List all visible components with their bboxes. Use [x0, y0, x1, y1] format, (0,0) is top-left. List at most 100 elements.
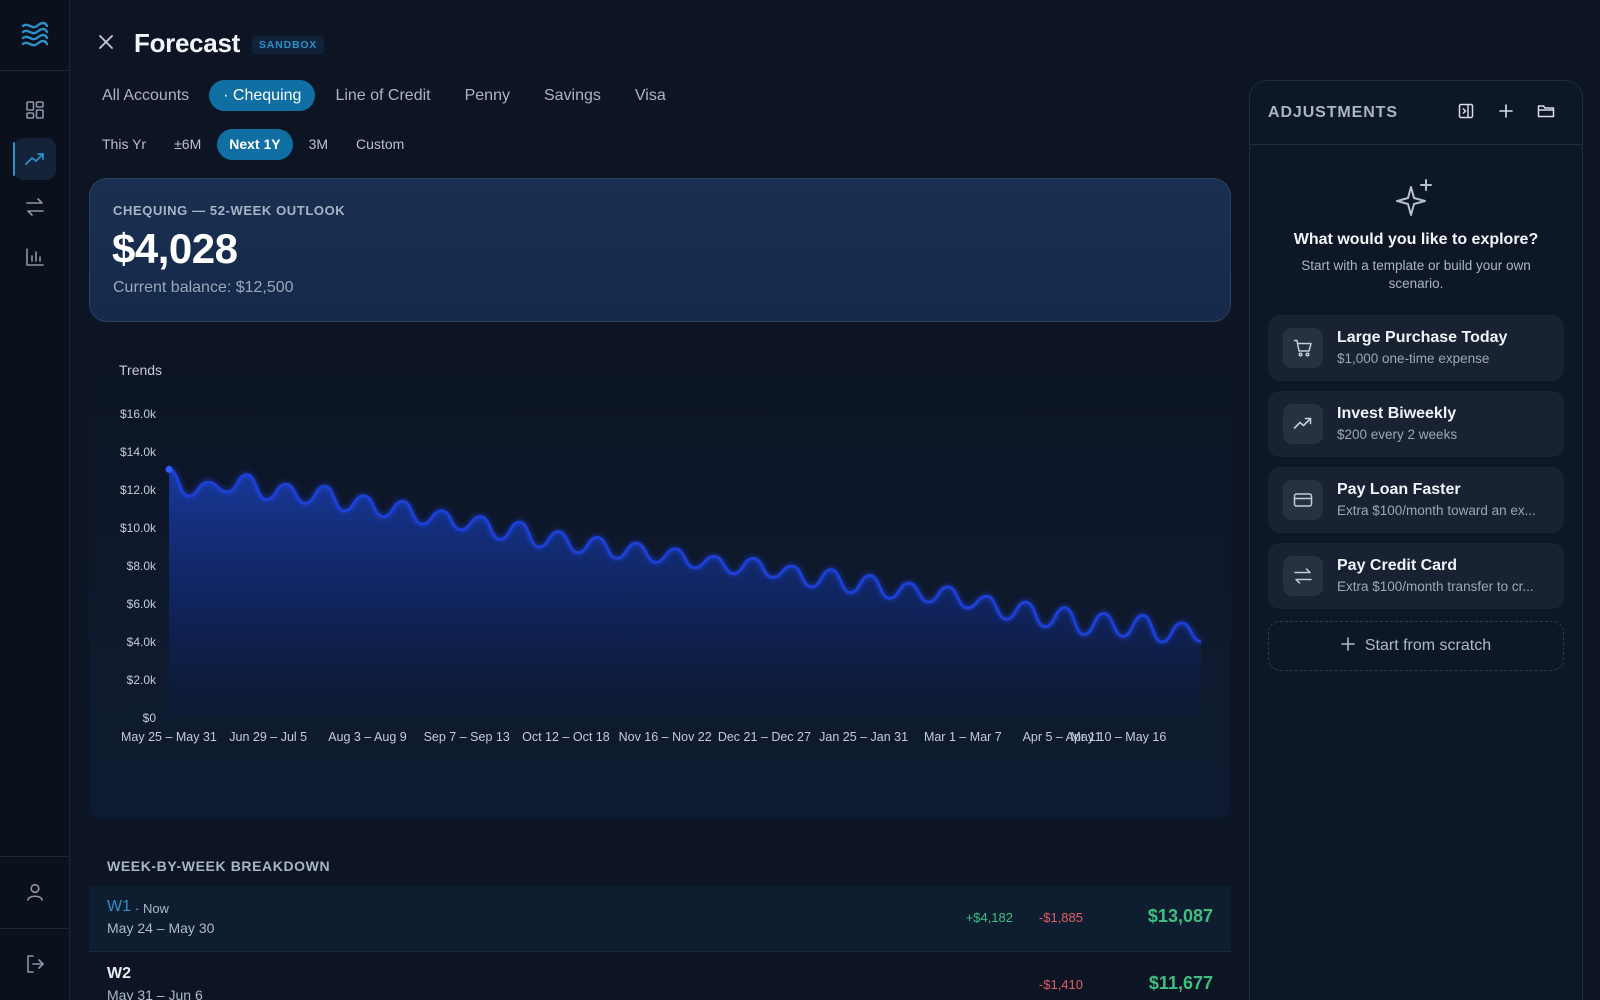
tab-chequing[interactable]: · Chequing — [209, 80, 316, 111]
x-tick-label: Nov 16 – Nov 22 — [619, 730, 712, 744]
table-row[interactable]: W1 · Now May 24 – May 30 +$4,182 -$1,885… — [89, 886, 1231, 952]
range-tabs: This Yr ±6M Next 1Y 3M Custom — [90, 129, 416, 160]
outlook-value: $4,028 — [112, 225, 238, 272]
adjustments-header: ADJUSTMENTS — [1250, 81, 1582, 145]
nav-reports[interactable] — [14, 236, 56, 278]
divider — [0, 928, 70, 929]
week-outflow: -$1,410 — [1038, 977, 1083, 992]
range-next-1y[interactable]: Next 1Y — [217, 129, 293, 160]
open-scenario-button[interactable] — [1534, 101, 1558, 125]
sidebar — [0, 0, 70, 1000]
cart-icon — [1283, 328, 1323, 368]
tab-visa[interactable]: Visa — [621, 80, 680, 111]
range-custom[interactable]: Custom — [344, 129, 416, 160]
template-title: Large Purchase Today — [1337, 329, 1508, 346]
close-button[interactable] — [96, 34, 116, 54]
plus-icon — [1498, 103, 1514, 124]
range-6m[interactable]: ±6M — [162, 129, 213, 160]
tab-line-of-credit[interactable]: Line of Credit — [321, 80, 444, 111]
template-pay-loan-faster[interactable]: Pay Loan Faster Extra $100/month toward … — [1268, 467, 1564, 533]
x-tick-label: Mar 1 – Mar 7 — [924, 730, 1002, 744]
logout-icon — [25, 954, 45, 974]
transfer-icon — [24, 197, 46, 217]
adjustments-panel: ADJUSTMENTS What would you like to explo… — [1249, 80, 1583, 1000]
adjustments-title: ADJUSTMENTS — [1268, 104, 1398, 121]
template-subtitle: $1,000 one-time expense — [1337, 351, 1490, 366]
add-adjustment-button[interactable] — [1494, 101, 1518, 125]
current-balance: Current balance: $12,500 — [113, 279, 294, 296]
week-dates: May 24 – May 30 — [107, 920, 215, 936]
start-from-scratch-button[interactable]: Start from scratch — [1268, 621, 1564, 671]
week-inflow: +$4,182 — [965, 910, 1013, 925]
week-dates: May 31 – Jun 6 — [107, 987, 203, 1000]
week-id: W1 — [107, 898, 131, 915]
x-tick-label: May 10 – May 16 — [1070, 730, 1166, 744]
week-balance: $11,677 — [1148, 973, 1213, 993]
outlook-label: CHEQUING — 52-WEEK OUTLOOK — [113, 203, 346, 218]
waves-logo-icon[interactable] — [20, 20, 50, 50]
y-tick-label: $10.0k — [120, 521, 157, 535]
user-icon — [25, 882, 45, 902]
tab-savings[interactable]: Savings — [530, 80, 615, 111]
nav-forecast[interactable] — [13, 138, 56, 180]
x-tick-label: Oct 12 – Oct 18 — [522, 730, 610, 744]
trends-chart-panel: $0 $2.0k $4.0k $6.0k $8.0k $10.0k $12.0k $14.0k… — [89, 340, 1231, 820]
y-tick-label: $0 — [143, 711, 157, 725]
divider — [0, 856, 70, 857]
x-tick-label: May 25 – May 31 — [121, 730, 217, 744]
plus-icon — [1341, 636, 1355, 656]
template-invest-biweekly[interactable]: Invest Biweekly $200 every 2 weeks — [1268, 391, 1564, 457]
breakdown-heading: WEEK-BY-WEEK BREAKDOWN — [107, 858, 331, 874]
y-tick-label: $2.0k — [127, 673, 157, 687]
nav-logout[interactable] — [14, 943, 56, 985]
nav-transfers[interactable] — [14, 186, 56, 228]
x-tick-label: Aug 3 – Aug 9 — [328, 730, 407, 744]
series-area — [169, 469, 1201, 718]
y-tick-label: $14.0k — [120, 445, 157, 459]
trend-up-icon — [1283, 404, 1323, 444]
week-tag: · Now — [135, 901, 169, 916]
trends-chart[interactable]: $0 $2.0k $4.0k $6.0k $8.0k $10.0k $12.0k $14.0k… — [89, 340, 1231, 820]
y-tick-label: $8.0k — [127, 559, 157, 573]
table-row[interactable]: W2 May 31 – Jun 6 -$1,410 $11,677 — [89, 953, 1231, 1000]
dashboard-icon — [25, 100, 45, 120]
template-subtitle: Extra $100/month transfer to cr... — [1337, 579, 1534, 594]
template-title: Invest Biweekly — [1337, 405, 1457, 422]
nav-dashboard[interactable] — [14, 89, 56, 131]
scratch-label: Start from scratch — [1364, 637, 1492, 654]
template-pay-credit-card[interactable]: Pay Credit Card Extra $100/month transfe… — [1268, 543, 1564, 609]
chart-title: Trends — [119, 362, 163, 378]
sandbox-badge: SANDBOX — [252, 36, 325, 54]
template-title: Pay Credit Card — [1337, 557, 1458, 574]
x-tick-label: Jan 25 – Jan 31 — [819, 730, 908, 744]
x-tick-label: Dec 21 – Dec 27 — [718, 730, 811, 744]
range-3m[interactable]: 3M — [297, 129, 340, 160]
folder-icon — [1537, 103, 1555, 124]
page-title: Forecast — [134, 28, 240, 58]
explore-subtitle: Start with a template or build your own … — [1301, 258, 1531, 291]
week-id: W2 — [107, 965, 131, 982]
template-title: Pay Loan Faster — [1337, 481, 1461, 498]
panel-collapse-icon — [1458, 103, 1474, 124]
collapse-panel-button[interactable] — [1454, 101, 1478, 125]
template-subtitle: $200 every 2 weeks — [1337, 427, 1458, 442]
nav-profile[interactable] — [14, 871, 56, 913]
template-large-purchase[interactable]: Large Purchase Today $1,000 one-time exp… — [1268, 315, 1564, 381]
trend-up-icon — [24, 149, 46, 169]
template-subtitle: Extra $100/month toward an ex... — [1337, 503, 1536, 518]
tab-all-accounts[interactable]: All Accounts — [88, 80, 203, 111]
y-tick-label: $6.0k — [127, 597, 157, 611]
x-tick-label: Sep 7 – Sep 13 — [424, 730, 510, 744]
week-balance: $13,087 — [1147, 906, 1213, 926]
tab-penny[interactable]: Penny — [451, 80, 524, 111]
y-tick-label: $16.0k — [120, 407, 157, 421]
start-point[interactable] — [165, 465, 173, 473]
sparkle-icon — [1394, 177, 1436, 224]
x-tick-label: Jun 29 – Jul 5 — [229, 730, 307, 744]
transfer-icon — [1283, 556, 1323, 596]
y-tick-label: $12.0k — [120, 483, 157, 497]
card-icon — [1283, 480, 1323, 520]
week-outflow: -$1,885 — [1038, 910, 1083, 925]
range-this-year[interactable]: This Yr — [90, 129, 158, 160]
explore-title: What would you like to explore? — [1293, 231, 1539, 248]
